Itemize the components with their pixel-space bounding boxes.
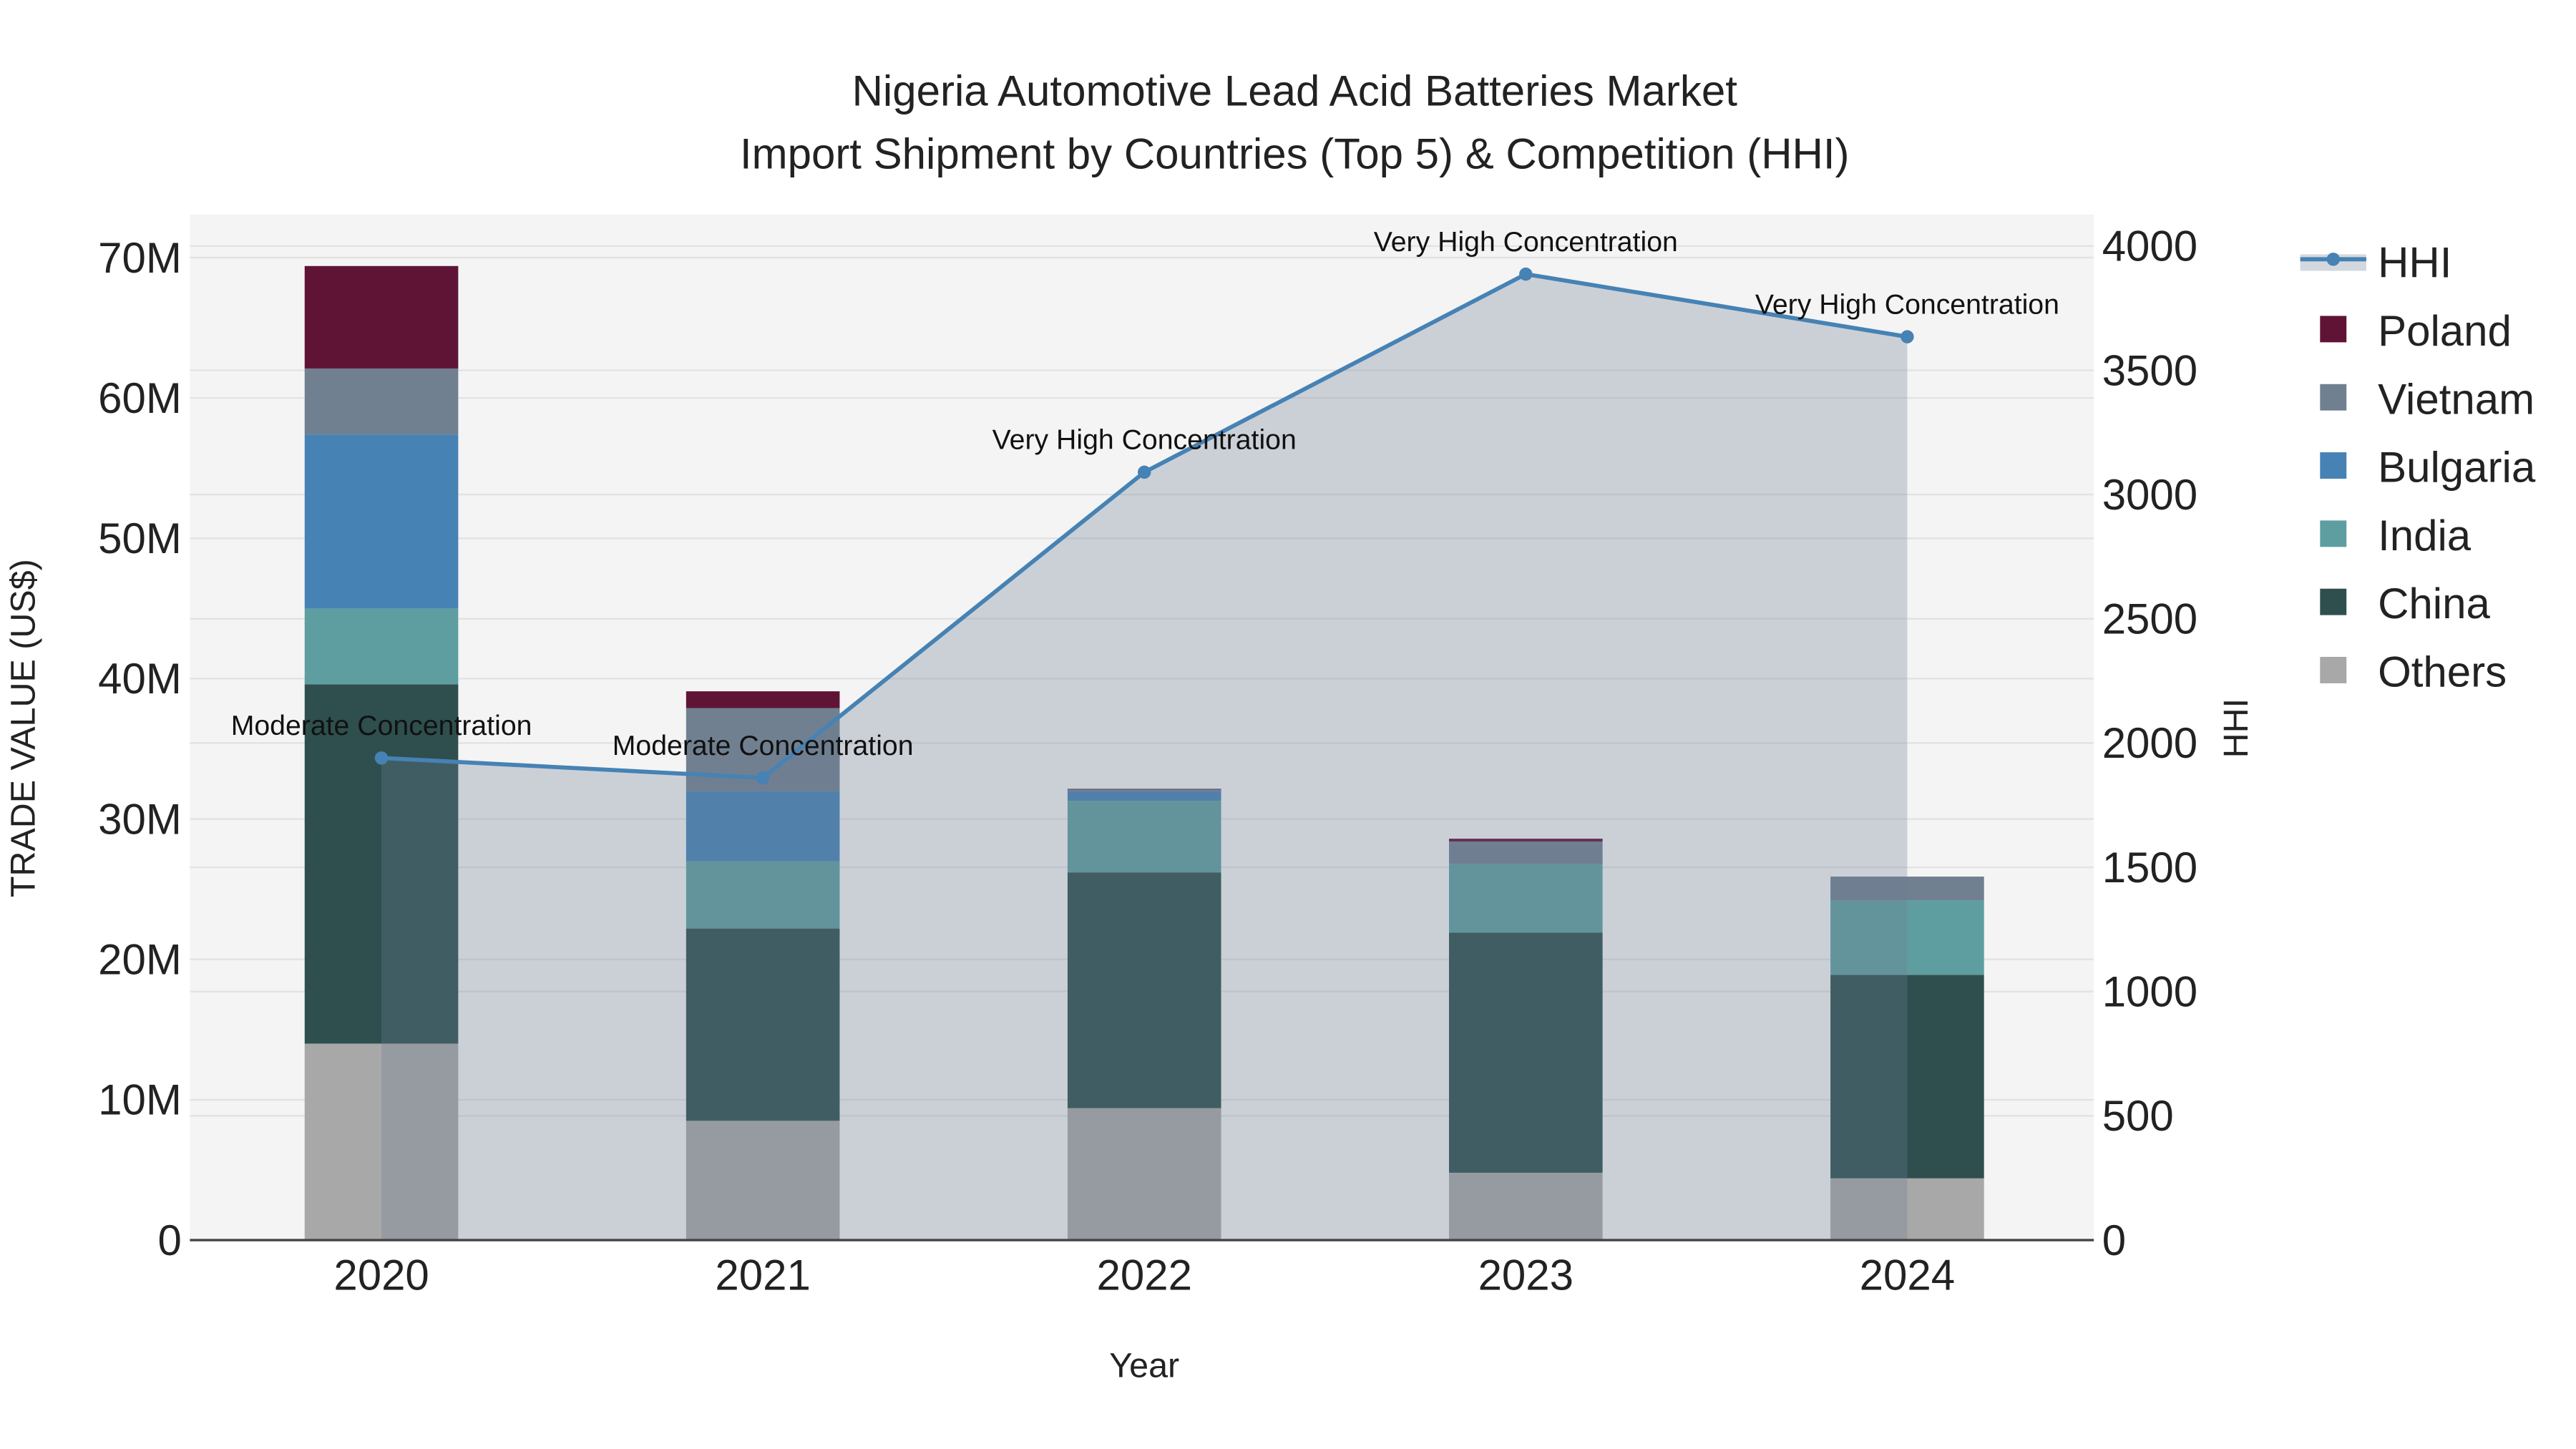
y2-tick-label: 2000	[2102, 719, 2197, 767]
y2-tick-label: 500	[2102, 1092, 2174, 1140]
bar-vietnam-2020	[304, 368, 459, 435]
y-tick-label: 70M	[98, 234, 182, 282]
bar-poland-2020	[304, 265, 459, 369]
hhi-annotation-2021: Moderate Concentration	[613, 730, 914, 761]
legend-swatch-poland	[2320, 316, 2347, 343]
y-tick-label: 20M	[98, 936, 182, 984]
hhi-annotation-2022: Very High Concentration	[992, 424, 1297, 456]
y-tick-label: 10M	[98, 1076, 182, 1124]
legend-swatch-vietnam	[2320, 384, 2347, 411]
y2-tick-label: 1500	[2102, 844, 2197, 892]
legend-swatch-india	[2320, 520, 2347, 547]
bar-bulgaria-2020	[304, 434, 459, 609]
x-axis-title: Year	[1109, 1347, 1179, 1385]
y2-tick-label: 2500	[2102, 595, 2197, 643]
legend-label-poland: Poland	[2378, 307, 2512, 355]
y2-tick-label: 0	[2102, 1216, 2126, 1264]
y2-tick-label: 3500	[2102, 346, 2197, 394]
y-tick-label: 40M	[98, 655, 182, 703]
hhi-point-2024	[1901, 330, 1914, 343]
y2-axis-title: HHI	[2217, 698, 2255, 758]
bar-india-2020	[304, 608, 459, 685]
legend-label-vietnam: Vietnam	[2378, 375, 2534, 423]
hhi-point-2021	[756, 771, 770, 785]
chart: Nigeria Automotive Lead Acid Batteries M…	[4, 67, 2536, 1385]
hhi-point-2022	[1138, 465, 1151, 479]
legend: HHI Poland Vietnam Bulgaria India China Others	[2300, 239, 2536, 696]
y2-axis-ticks: 0 500 1000 1500 2000 2500 3000 3500 4000	[2102, 223, 2197, 1264]
hhi-annotation-2024: Very High Concentration	[1755, 288, 2059, 320]
bar-poland-2021	[686, 691, 840, 708]
chart-title-line1: Nigeria Automotive Lead Acid Batteries M…	[852, 67, 1738, 115]
y-tick-label: 0	[157, 1216, 181, 1264]
y2-tick-label: 3000	[2102, 471, 2197, 519]
legend-label-hhi: HHI	[2378, 239, 2451, 287]
y-tick-label: 60M	[98, 374, 182, 422]
hhi-point-2020	[374, 751, 389, 765]
y-axis-ticks: 0 10M 20M 30M 40M 50M 60M 70M	[98, 234, 182, 1264]
y2-tick-label: 4000	[2102, 223, 2197, 270]
legend-label-bulgaria: Bulgaria	[2378, 444, 2536, 492]
x-axis-ticks: 2020 2021 2022 2023 2024	[333, 1251, 1955, 1299]
chart-title-line2: Import Shipment by Countries (Top 5) & C…	[740, 130, 1850, 177]
x-tick-label: 2020	[333, 1251, 429, 1299]
x-tick-label: 2021	[715, 1251, 810, 1299]
legend-swatch-others	[2320, 657, 2347, 683]
legend-label-china: China	[2378, 580, 2490, 628]
legend-swatch-china	[2320, 588, 2347, 615]
x-tick-label: 2023	[1478, 1251, 1574, 1299]
legend-swatch-bulgaria	[2320, 452, 2347, 479]
hhi-annotation-2023: Very High Concentration	[1374, 226, 1678, 258]
hhi-annotation-2020: Moderate Concentration	[231, 710, 532, 741]
y-axis-title: TRADE VALUE (US$)	[4, 559, 42, 897]
legend-swatch-hhi-marker	[2326, 253, 2340, 266]
legend-label-india: India	[2378, 512, 2472, 560]
y-tick-label: 30M	[98, 795, 182, 843]
x-tick-label: 2024	[1860, 1251, 1955, 1299]
hhi-point-2023	[1519, 267, 1533, 281]
x-tick-label: 2022	[1096, 1251, 1191, 1299]
y-tick-label: 50M	[98, 514, 182, 562]
y2-tick-label: 1000	[2102, 968, 2197, 1016]
legend-label-others: Others	[2378, 648, 2507, 696]
